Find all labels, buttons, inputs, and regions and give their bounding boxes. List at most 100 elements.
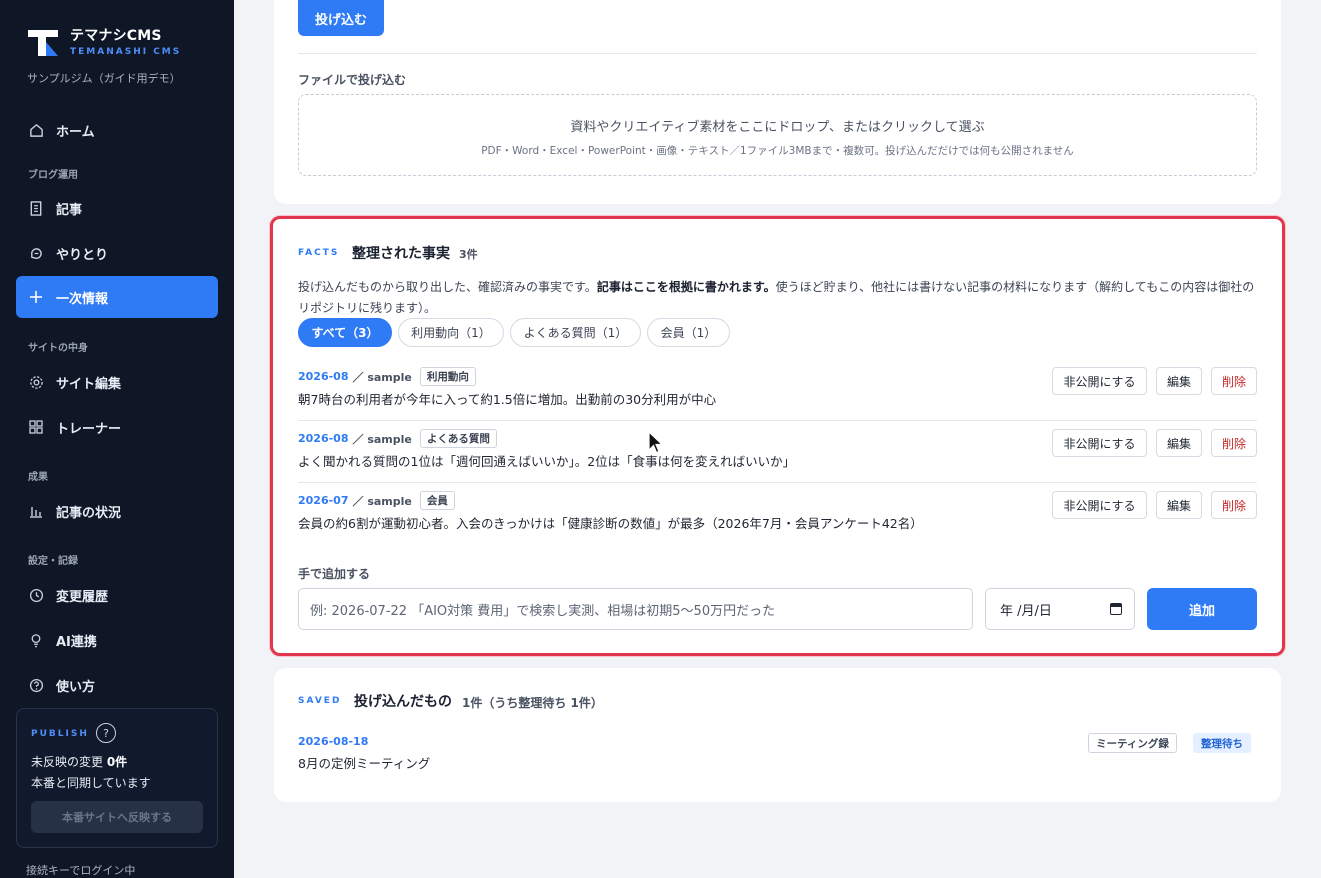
publish-panel: PUBLISH ? 未反映の変更 0件 本番と同期しています 本番サイトへ反映す… (16, 708, 218, 848)
sidebar-item-trainers[interactable]: トレーナー (16, 406, 218, 448)
facts-tag: FACTS (298, 248, 340, 258)
fact-category-tag: 利用動向 (419, 367, 476, 386)
sidebar-item-home[interactable]: ホーム (16, 109, 218, 151)
facts-count: 3件 (459, 248, 478, 261)
sidebar: テマナシCMS TEMANASHI CMS サンプルジム（ガイド用デモ） ホーム… (0, 0, 234, 878)
edit-button[interactable]: 編集 (1156, 367, 1202, 395)
fact-date: 2026-08 (298, 432, 349, 445)
submit-button[interactable]: 投げ込む (298, 0, 384, 36)
sidebar-item-primary-info[interactable]: 一次情報 (16, 276, 218, 318)
fact-category-tag: よくある質問 (419, 429, 497, 448)
fact-row: 2026-08 ／ sample よくある質問 よく聞かれる質問の1位は「週何回… (298, 421, 1257, 483)
document-icon (28, 200, 44, 216)
hide-button[interactable]: 非公開にする (1052, 491, 1147, 519)
section-label-site: サイトの中身 (28, 343, 88, 354)
fact-row: 2026-08 ／ sample 利用動向 朝7時台の利用者が今年に入って約1.… (298, 359, 1257, 421)
section-label-results: 成果 (28, 472, 48, 483)
question-circle-icon (28, 677, 44, 693)
hide-button[interactable]: 非公開にする (1052, 429, 1147, 457)
fact-date: 2026-08 (298, 370, 349, 383)
gear-icon (28, 374, 44, 390)
sidebar-item-article-status[interactable]: 記事の状況 (16, 490, 218, 532)
sidebar-item-label: トレーナー (56, 421, 122, 437)
pending-count: 0件 (106, 755, 128, 769)
fact-text: 会員の約6割が運動初心者。入会のきっかけは「健康診断の数値」が最多（2026年7… (298, 516, 923, 531)
manual-fact-input[interactable]: 例: 2026-07-22 「AIO対策 費用」で検索し実測、相場は初期5〜50… (298, 588, 973, 630)
status-badge: 整理待ち (1193, 733, 1251, 753)
saved-count: 1件（うち整理待ち 1件） (462, 696, 603, 710)
lightbulb-icon (28, 632, 44, 648)
edit-button[interactable]: 編集 (1156, 491, 1202, 519)
sidebar-item-label: 一次情報 (56, 291, 109, 307)
fact-source: ／ sample (352, 494, 412, 508)
section-label-blog: ブログ運用 (28, 170, 78, 181)
login-status: 接続キーでログイン中 (26, 864, 136, 877)
sidebar-item-conversations[interactable]: やりとり (16, 232, 218, 274)
date-input-placeholder: 年 /月/日 (1000, 603, 1052, 619)
dropzone-main-text: 資料やクリエイティブ素材をここにドロップ、またはクリックして選ぶ (570, 120, 985, 135)
sidebar-item-howto[interactable]: 使い方 (16, 664, 218, 706)
sidebar-item-site-edit[interactable]: サイト編集 (16, 361, 218, 403)
saved-item-date: 2026-08-18 (298, 735, 369, 748)
add-button[interactable]: 追加 (1147, 588, 1257, 630)
fact-date: 2026-07 (298, 494, 349, 507)
bar-chart-icon (28, 503, 44, 519)
home-icon (28, 122, 44, 138)
delete-button[interactable]: 削除 (1211, 491, 1257, 519)
help-icon[interactable]: ? (96, 723, 116, 743)
sidebar-item-label: やりとり (56, 247, 109, 263)
filter-faq[interactable]: よくある質問（1） (510, 318, 641, 347)
logo-subtitle: TEMANASHI CMS (70, 47, 182, 57)
sidebar-item-label: ホーム (56, 124, 95, 140)
sidebar-item-label: 記事 (56, 202, 83, 218)
chat-icon (28, 245, 44, 261)
manual-add-label: 手で追加する (298, 567, 371, 581)
delete-button[interactable]: 削除 (1211, 429, 1257, 457)
fact-source: ／ sample (352, 432, 412, 446)
facts-description: 投げ込んだものから取り出した、確認済みの事実です。記事はここを根拠に書かれます。… (298, 280, 1255, 315)
logo[interactable]: テマナシCMS TEMANASHI CMS (28, 28, 181, 58)
mouse-cursor-icon (648, 430, 664, 459)
dropzone-sub-text: PDF・Word・Excel・PowerPoint・画像・テキスト／1ファイル3… (481, 145, 1074, 157)
sidebar-item-label: 変更履歴 (56, 589, 109, 605)
sidebar-item-label: AI連携 (56, 634, 97, 650)
fact-row: 2026-07 ／ sample 会員 会員の約6割が運動初心者。入会のきっかけ… (298, 483, 1257, 545)
fact-text: よく聞かれる質問の1位は「週何回通えばいいか」。2位は「食事は何を変えればいいか… (298, 454, 796, 469)
delete-button[interactable]: 削除 (1211, 367, 1257, 395)
file-dropzone[interactable]: 資料やクリエイティブ素材をここにドロップ、またはクリックして選ぶ PDF・Wor… (298, 94, 1257, 176)
edit-button[interactable]: 編集 (1156, 429, 1202, 457)
hide-button[interactable]: 非公開にする (1052, 367, 1147, 395)
sidebar-item-ai[interactable]: AI連携 (16, 619, 218, 661)
facts-title: 整理された事実 (352, 246, 450, 262)
sidebar-item-history[interactable]: 変更履歴 (16, 574, 218, 616)
saved-item-title[interactable]: 8月の定例ミーティング (298, 753, 430, 772)
publish-heading: PUBLISH (31, 729, 89, 739)
saved-item-kind-badge: ミーティング録 (1088, 733, 1177, 753)
fact-source: ／ sample (352, 370, 412, 384)
pending-changes: 未反映の変更 0件 (31, 755, 128, 769)
filter-members[interactable]: 会員（1） (647, 318, 730, 347)
sidebar-item-label: 記事の状況 (56, 505, 122, 521)
sidebar-item-label: 使い方 (56, 679, 96, 695)
calendar-icon[interactable] (1110, 603, 1122, 615)
gym-name: サンプルジム（ガイド用デモ） (27, 72, 181, 85)
sidebar-item-articles[interactable]: 記事 (16, 187, 218, 229)
divider (298, 53, 1257, 54)
fact-category-tag: 会員 (419, 491, 455, 510)
date-input[interactable]: 年 /月/日 (985, 588, 1135, 630)
logo-title: テマナシCMS (70, 28, 162, 44)
clock-icon (28, 587, 44, 603)
filter-usage-trend[interactable]: 利用動向（1） (398, 318, 504, 347)
fact-text: 朝7時台の利用者が今年に入って約1.5倍に増加。出勤前の30分利用が中心 (298, 392, 717, 407)
saved-tag: SAVED (298, 696, 342, 706)
section-label-settings: 設定・記録 (28, 556, 78, 567)
grid-icon (28, 419, 44, 435)
saved-title: 投げ込んだもの (354, 694, 452, 710)
logo-mark-icon (28, 28, 62, 58)
sidebar-item-label: サイト編集 (56, 376, 122, 392)
filter-all[interactable]: すべて（3） (298, 318, 392, 347)
plus-icon (28, 289, 44, 305)
publish-button[interactable]: 本番サイトへ反映する (31, 801, 203, 833)
file-upload-label: ファイルで投げ込む (298, 73, 407, 87)
sync-status: 本番と同期しています (31, 776, 151, 790)
